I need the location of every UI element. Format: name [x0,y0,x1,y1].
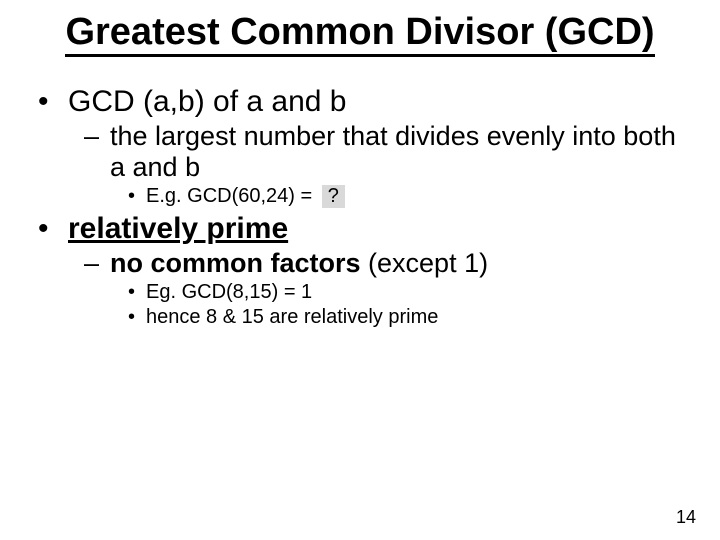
bullet-dot-icon: • [38,85,68,119]
dash-icon: – [84,121,110,152]
example-gcd-8-15-text: Eg. GCD(8,15) = 1 [146,281,312,304]
bullet-dot-icon: • [128,185,146,208]
no-common-factors-suffix: (except 1) [361,248,489,278]
slide: Greatest Common Divisor (GCD) • GCD (a,b… [0,0,720,540]
sub-no-common-factors: – no common factors (except 1) [84,248,692,279]
slide-title: Greatest Common Divisor (GCD) [65,12,654,57]
page-number: 14 [676,507,696,528]
example-gcd-60-24-prefix: E.g. GCD(60,24) = [146,185,318,207]
bullet-gcd-ab-text: GCD (a,b) of a and b [68,85,346,119]
sub-largest-number: – the largest number that divides evenly… [84,121,692,183]
example-gcd-60-24: • E.g. GCD(60,24) = ? [128,185,692,208]
no-common-factors-bold: no common factors [110,248,361,278]
bullet-dot-icon: • [128,306,146,329]
title-wrap: Greatest Common Divisor (GCD) [28,12,692,57]
example-hence-rel-prime-text: hence 8 & 15 are relatively prime [146,306,438,329]
example-gcd-60-24-content: E.g. GCD(60,24) = ? [146,185,345,208]
example-gcd-8-15: • Eg. GCD(8,15) = 1 [128,281,692,304]
bullet-relatively-prime: • relatively prime [38,212,692,246]
bullet-dot-icon: • [38,212,68,246]
example-hence-rel-prime: • hence 8 & 15 are relatively prime [128,306,692,329]
sub-largest-number-text: the largest number that divides evenly i… [110,121,692,183]
bullet-relatively-prime-text: relatively prime [68,212,288,246]
answer-box: ? [322,185,345,208]
bullet-dot-icon: • [128,281,146,304]
sub-no-common-factors-content: no common factors (except 1) [110,248,488,279]
dash-icon: – [84,248,110,279]
bullet-gcd-ab: • GCD (a,b) of a and b [38,85,692,119]
